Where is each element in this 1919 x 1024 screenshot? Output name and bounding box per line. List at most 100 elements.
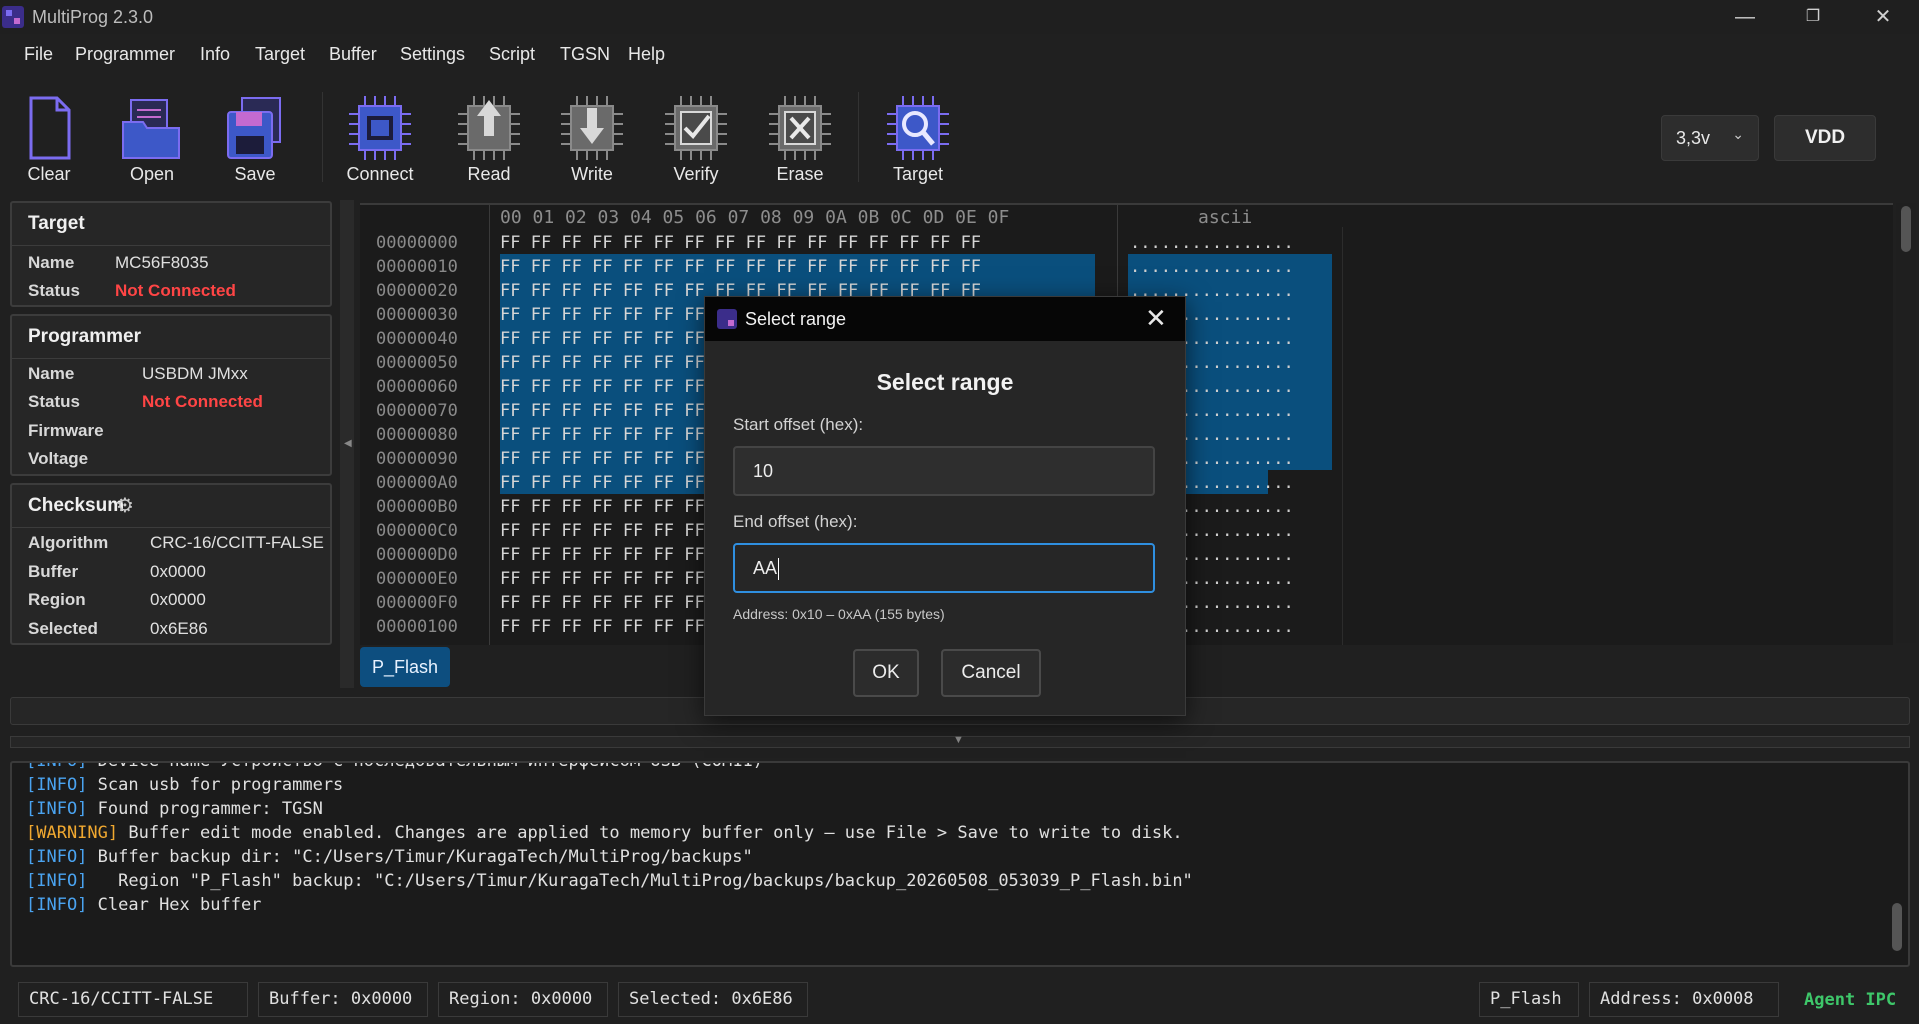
chip-search-icon [887,96,949,160]
menu-buffer[interactable]: Buffer [329,44,377,65]
save-button[interactable]: Save [207,92,303,185]
log-line: [INFO] Clear Hex buffer [26,895,261,915]
verify-label: Verify [673,164,719,184]
region-value: 0x0000 [150,590,206,609]
close-window-button[interactable]: ✕ [1848,0,1918,34]
log-message: Buffer backup dir: "C:/Users/Timur/Kurag… [87,847,753,867]
end-offset-label: End offset (hex): [733,512,858,531]
voltage-value: 3,3v [1676,128,1711,148]
log-line: [INFO] Region "P_Flash" backup: "C:/User… [26,871,1193,891]
ok-button[interactable]: OK [853,649,919,697]
hex-address: 00000060 [376,377,458,397]
hex-address: 00000030 [376,305,458,325]
menu-programmer[interactable]: Programmer [75,44,175,65]
hex-address: 00000080 [376,425,458,445]
scroll-thumb[interactable] [1901,206,1911,252]
hex-address: 00000020 [376,281,458,301]
start-offset-label: Start offset (hex): [733,415,864,434]
menu-tgsn[interactable]: TGSN [560,44,610,65]
read-button[interactable]: Read [441,92,537,185]
tab-p-flash[interactable]: P_Flash [360,647,450,687]
log-level: [WARNING] [26,823,119,843]
agent-ipc-status: Agent IPC [1804,990,1897,1010]
read-label: Read [467,164,511,184]
app-icon [717,309,737,329]
chevron-down-icon: ⌄ [1732,126,1744,142]
chip-connect-icon [349,96,411,160]
status-buffer: Buffer: 0x0000 [258,982,428,1017]
target-name-label: Name [28,253,75,272]
hex-row[interactable]: FF FF FF FF FF FF FF FF FF FF FF FF FF F… [500,233,981,253]
toolbar-separator [858,92,859,182]
erase-button[interactable]: Erase [752,92,848,185]
dialog-title-bar: Select range ✕ [705,297,1185,341]
cancel-button[interactable]: Cancel [941,649,1041,697]
divider [489,205,490,645]
selected-label: Selected [28,619,98,638]
verify-button[interactable]: Verify [648,92,744,185]
log-message: Region "P_Flash" backup: "C:/Users/Timur… [87,871,1193,891]
log-message: Clear Hex buffer [87,895,262,915]
voltage-label: Voltage [28,449,89,468]
log-scroll-thumb[interactable] [1892,903,1902,951]
start-offset-input[interactable]: 10 [733,446,1155,496]
log-console[interactable]: [INFO] Device name Устройство с последов… [10,761,1910,967]
hex-address: 00000050 [376,353,458,373]
divider [1342,227,1343,645]
end-offset-text: AA [753,558,780,581]
end-offset-input[interactable]: AA [733,543,1155,593]
log-level: [INFO] [26,799,88,819]
file-icon [29,96,71,160]
log-level: [INFO] [26,847,88,867]
chip-read-icon [458,96,520,160]
restore-button[interactable]: ❐ [1778,0,1848,34]
voltage-select[interactable]: 3,3v ⌄ [1661,115,1759,161]
algorithm-label: Algorithm [28,533,109,552]
ascii-row[interactable]: ................ [1130,233,1294,253]
hex-scrollbar[interactable] [1896,203,1916,643]
menu-script[interactable]: Script [489,44,535,65]
open-button[interactable]: Open [104,92,200,185]
dialog-close-button[interactable]: ✕ [1145,303,1167,334]
log-line: [INFO] Buffer backup dir: "C:/Users/Timu… [26,847,753,867]
gear-icon[interactable]: ⚙ [116,493,134,518]
ascii-row[interactable]: ................ [1130,257,1294,277]
programmer-name-value: USBDM JMxx [142,364,248,383]
collapse-arrow-icon[interactable]: ◀ [344,438,352,449]
hex-row[interactable]: FF FF FF FF FF FF FF FF FF FF FF FF FF F… [500,257,981,277]
log-level: [INFO] [26,895,88,915]
chip-verify-icon [665,96,727,160]
status-selected: Selected: 0x6E86 [618,982,808,1017]
write-button[interactable]: Write [544,92,640,185]
divider [12,527,330,528]
buffer-label: Buffer [28,562,79,581]
connect-button[interactable]: Connect [332,92,428,185]
collapse-down-icon[interactable]: ▼ [953,734,964,746]
divider [12,245,330,246]
hex-header: 00 01 02 03 04 05 06 07 08 09 0A 0B 0C 0… [360,205,1885,229]
hex-address: 00000070 [376,401,458,421]
minimize-button[interactable]: — [1710,0,1780,34]
clear-button[interactable]: Clear [1,92,97,185]
menu-help[interactable]: Help [628,44,665,65]
erase-label: Erase [776,164,824,184]
vdd-button[interactable]: VDD [1774,115,1876,161]
status-address: Address: 0x0008 [1589,982,1779,1017]
text-caret [778,558,780,581]
target-status-value: Not Connected [115,281,236,300]
target-name-value: MC56F8035 [115,253,209,272]
programmer-status-value: Not Connected [142,392,263,411]
hex-address: 00000090 [376,449,458,469]
menu-settings[interactable]: Settings [400,44,465,65]
open-label: Open [129,164,175,184]
hex-address: 000000A0 [376,473,458,493]
address-range-info: Address: 0x10 – 0xAA (155 bytes) [733,606,945,622]
log-line: [INFO] Scan usb for programmers [26,775,343,795]
menu-target[interactable]: Target [255,44,305,65]
title-bar: MultiProg 2.3.0 — ❐ ✕ [0,0,1919,34]
target-button[interactable]: Target [870,92,966,185]
target-panel: Target Name MC56F8035 Status Not Connect… [10,201,332,307]
menu-file[interactable]: File [24,44,53,65]
app-icon [2,6,24,28]
menu-info[interactable]: Info [200,44,230,65]
